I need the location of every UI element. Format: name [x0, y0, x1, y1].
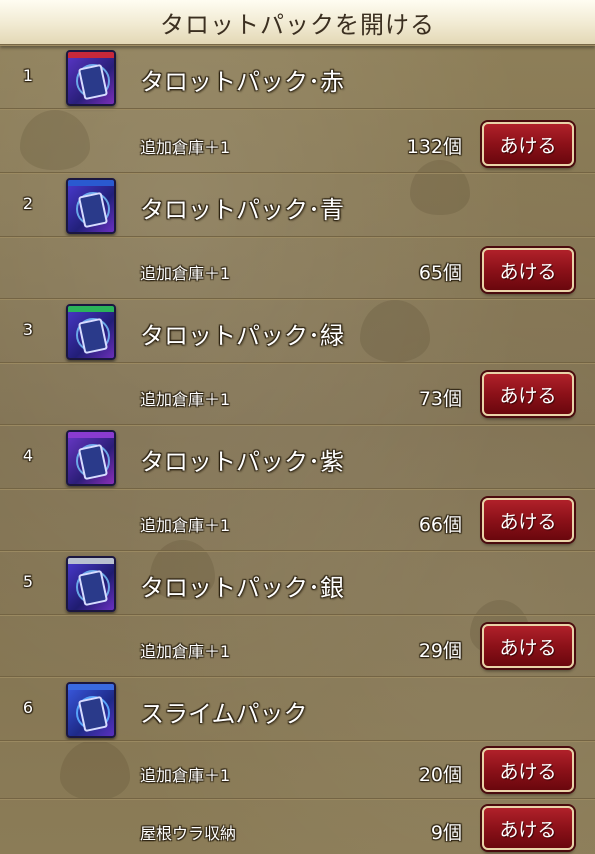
- item-detail-row: 追加倉庫＋1 73個 あける: [0, 364, 595, 426]
- item-count: 65個: [418, 262, 462, 284]
- item-count: 132個: [406, 136, 462, 158]
- item-detail-row: 追加倉庫＋1 20個 あける: [0, 742, 595, 798]
- item-index: 3: [22, 320, 34, 339]
- list-item: 3 タロットパック･緑: [0, 300, 595, 360]
- item-index: 2: [22, 194, 34, 213]
- item-effect: 追加倉庫＋1: [140, 516, 231, 535]
- list-item: 5 タロットパック･銀: [0, 552, 595, 612]
- item-detail-row: 追加倉庫＋1 29個 あける: [0, 616, 595, 678]
- item-index: 6: [22, 698, 34, 717]
- tarot-pack-silver-icon: [66, 556, 116, 612]
- list-item: 1 タロットパック･赤: [0, 46, 595, 106]
- item-name: タロットパック･緑: [140, 322, 344, 350]
- open-button[interactable]: あける: [482, 372, 574, 416]
- item-count: 20個: [418, 764, 462, 786]
- item-detail-row: 追加倉庫＋1 132個 あける: [0, 110, 595, 172]
- item-count: 66個: [418, 514, 462, 536]
- tarot-pack-green-icon: [66, 304, 116, 360]
- open-button[interactable]: あける: [482, 248, 574, 292]
- item-count: 9個: [430, 822, 462, 844]
- item-index: 5: [22, 572, 34, 591]
- item-name: タロットパック･紫: [140, 448, 344, 476]
- slime-pack-icon: [66, 682, 116, 738]
- item-effect: 追加倉庫＋1: [140, 390, 231, 409]
- page-title: タロットパックを開ける: [160, 10, 435, 39]
- open-button[interactable]: あける: [482, 624, 574, 668]
- item-detail-row: 追加倉庫＋1 65個 あける: [0, 238, 595, 300]
- item-name: タロットパック･青: [140, 196, 344, 224]
- tarot-pack-red-icon: [66, 50, 116, 106]
- open-button[interactable]: あける: [482, 498, 574, 542]
- tarot-pack-blue-icon: [66, 178, 116, 234]
- list-item: 6 スライムパック: [0, 678, 595, 738]
- item-effect: 追加倉庫＋1: [140, 766, 231, 785]
- item-effect: 追加倉庫＋1: [140, 264, 231, 283]
- open-button[interactable]: あける: [482, 748, 574, 792]
- item-name: スライムパック: [140, 700, 308, 728]
- item-detail-row: 追加倉庫＋1 66個 あける: [0, 490, 595, 552]
- item-name: タロットパック･銀: [140, 574, 344, 602]
- open-button[interactable]: あける: [482, 806, 574, 850]
- header-bar: タロットパックを開ける: [0, 0, 595, 46]
- open-button[interactable]: あける: [482, 122, 574, 166]
- item-effect: 屋根ウラ収納: [140, 824, 237, 843]
- tarot-pack-purple-icon: [66, 430, 116, 486]
- item-index: 4: [22, 446, 34, 465]
- item-detail-row: 屋根ウラ収納 9個 あける: [0, 800, 595, 854]
- list-item: 4 タロットパック･紫: [0, 426, 595, 486]
- item-name: タロットパック･赤: [140, 68, 344, 96]
- item-index: 1: [22, 66, 34, 85]
- item-effect: 追加倉庫＋1: [140, 642, 231, 661]
- item-count: 73個: [418, 388, 462, 410]
- item-count: 29個: [418, 640, 462, 662]
- item-effect: 追加倉庫＋1: [140, 138, 231, 157]
- list-item: 2 タロットパック･青: [0, 174, 595, 234]
